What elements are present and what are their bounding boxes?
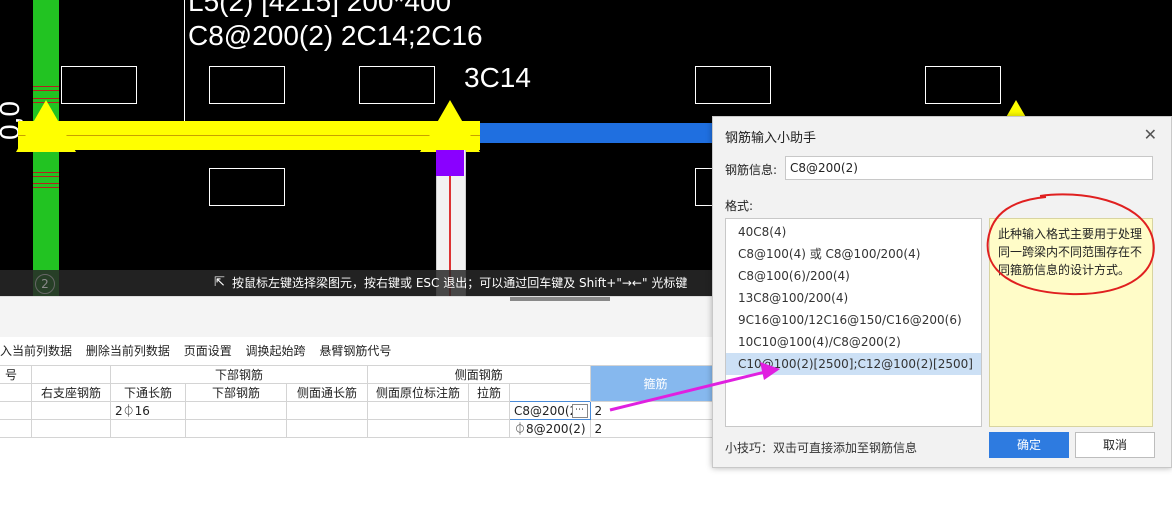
table-cell[interactable] (31, 419, 111, 438)
cad-rect (695, 66, 771, 104)
table-row: ⏀8@200(2) 2 (0, 419, 800, 438)
table-cell[interactable] (367, 419, 469, 438)
status-hint-bar: ⇱ 按鼠标左键选择梁图元，按右键或 ESC 退出；可以通过回车键及 Shift+… (0, 270, 712, 296)
splitter-handle[interactable] (510, 297, 610, 301)
format-list-item[interactable]: 40C8(4) (726, 221, 981, 243)
table-cell[interactable]: 2 (589, 401, 722, 420)
rebar-info-label: 钢筋信息: (725, 163, 778, 177)
format-list-item-selected[interactable]: C10@100(2)[2500];C12@100(2)[2500] (726, 353, 981, 375)
table-cell[interactable] (286, 401, 368, 420)
annotation-3c14: 3C14 (464, 62, 531, 93)
format-list-item[interactable]: C8@100(4) 或 C8@100/200(4) (726, 243, 981, 265)
table-header-right-support: 右支座钢筋 (31, 383, 111, 402)
table-header-bottom-through: 下通长筋 (110, 383, 186, 402)
swap-start-span-button[interactable]: 调换起始跨 (246, 339, 306, 363)
table-cell[interactable] (185, 401, 287, 420)
table-row: 2⏀16 C8@200(2) ⋯ 2 (0, 401, 800, 420)
column-number-badge: 2 (35, 274, 55, 294)
support-marker (420, 100, 480, 152)
dialog-title: 钢筋输入小助手 (725, 131, 817, 146)
page-setup-button[interactable]: 页面设置 (184, 339, 232, 363)
leader-line (184, 0, 185, 121)
table-header (0, 383, 32, 402)
table-cell[interactable] (468, 419, 510, 438)
table-cell[interactable] (0, 401, 32, 420)
rebar-table: 号 下部钢筋 侧面钢筋 箍筋 胶数 右支座钢筋 下通长筋 下部钢筋 侧面通长筋 … (0, 365, 801, 438)
beam-annotation-line1: L5(2) [4215] 200*400 (188, 0, 452, 17)
table-toolbar: 入当前列数据 删除当前列数据 页面设置 调换起始跨 悬臂钢筋代号 (0, 339, 401, 363)
table-header-bottom-rebar: 下部钢筋 (110, 365, 368, 384)
format-list-item[interactable]: 10C10@100(4)/C8@200(2) (726, 331, 981, 353)
table-cell[interactable]: 2 (589, 419, 722, 438)
tip-text: 小技巧：双击可直接添加至钢筋信息 (725, 441, 918, 455)
format-list-item[interactable]: 13C8@100/200(4) (726, 287, 981, 309)
beam-annotation-line2: C8@200(2) 2C14;2C16 (188, 20, 483, 51)
cad-rect (209, 66, 285, 104)
panel-separator (0, 296, 712, 337)
table-cell[interactable] (367, 401, 469, 420)
format-list-item[interactable]: C8@100(6)/200(4) (726, 265, 981, 287)
table-cell[interactable]: 2⏀16 (110, 401, 186, 420)
format-label: 格式: (725, 199, 754, 213)
cad-rect (925, 66, 1001, 104)
table-header-tie: 拉筋 (468, 383, 510, 402)
cad-rect (359, 66, 435, 104)
insert-column-data-button[interactable]: 入当前列数据 (0, 339, 72, 363)
column-selected-purple[interactable] (436, 150, 464, 176)
beam-centerline (18, 135, 480, 136)
cad-rect (209, 168, 285, 206)
table-header-bottom-bars: 下部钢筋 (185, 383, 287, 402)
table-header-stirrup[interactable]: 箍筋 (589, 365, 722, 402)
beam-blue[interactable] (480, 123, 720, 143)
rebar-input-helper-dialog: 钢筋输入小助手 ✕ 钢筋信息: C8@200(2) 格式: 40C8(4) C8… (712, 116, 1172, 468)
close-icon[interactable]: ✕ (1144, 125, 1157, 144)
table-cell[interactable] (110, 419, 186, 438)
table-header-side-original: 侧面原位标注筋 (367, 383, 469, 402)
table-header: 号 (0, 365, 32, 384)
select-cursor-icon: ⇱ (214, 275, 225, 290)
stirrup-cell-editing[interactable]: C8@200(2) ⋯ (509, 401, 591, 420)
format-description-note: 此种输入格式主要用于处理同一跨梁内不同范围存在不同箍筋信息的设计方式。 (989, 218, 1153, 427)
table-cell[interactable] (468, 401, 510, 420)
table-cell[interactable]: ⏀8@200(2) (509, 419, 591, 438)
table-cell[interactable] (286, 419, 368, 438)
support-marker (16, 100, 76, 152)
format-list-item[interactable]: 9C16@100/12C16@150/C16@200(6) (726, 309, 981, 331)
table-cell[interactable] (31, 401, 111, 420)
cancel-button[interactable]: 取消 (1075, 432, 1155, 458)
table-header-side-through: 侧面通长筋 (286, 383, 368, 402)
table-header-side-rebar: 侧面钢筋 (367, 365, 591, 384)
delete-column-data-button[interactable]: 删除当前列数据 (86, 339, 170, 363)
table-header (31, 365, 111, 384)
hint-text: 按鼠标左键选择梁图元，按右键或 ESC 退出；可以通过回车键及 Shift+"→… (232, 276, 688, 290)
cad-rect (61, 66, 137, 104)
table-cell[interactable] (185, 419, 287, 438)
ellipsis-button[interactable]: ⋯ (571, 404, 588, 418)
ok-button[interactable]: 确定 (989, 432, 1069, 458)
rebar-info-input[interactable]: C8@200(2) (785, 156, 1153, 180)
table-cell[interactable] (0, 419, 32, 438)
format-list[interactable]: 40C8(4) C8@100(4) 或 C8@100/200(4) C8@100… (725, 218, 982, 427)
cantilever-code-button[interactable]: 悬臂钢筋代号 (319, 339, 391, 363)
